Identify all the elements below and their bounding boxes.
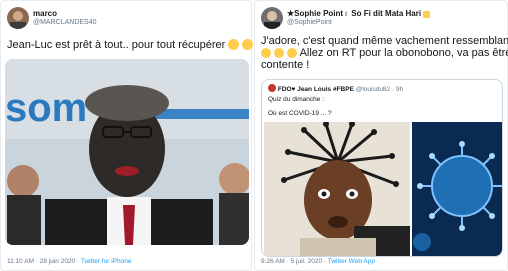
crown-emoji-icon <box>423 11 431 18</box>
quoted-photo-virus[interactable] <box>412 122 502 256</box>
source-link[interactable]: Twitter Web App <box>328 258 375 265</box>
avatar[interactable] <box>268 84 276 92</box>
rofl-emoji-icon <box>274 48 285 58</box>
grimace-emoji-icon <box>242 39 254 50</box>
tweet-text-content: Jean-Luc est prêt à tout.. pour tout réc… <box>7 39 226 51</box>
grimace-emoji-icon <box>228 39 240 50</box>
handle[interactable]: @MARCLANDES40 <box>33 19 97 26</box>
quoted-tweet[interactable]: FDO♥ Jean Louis #FBPE @louisdu82 · 9h Qu… <box>261 79 503 257</box>
handle[interactable]: @SophiePoint <box>287 19 332 26</box>
quoted-text-line-1: Quiz du dimanche : <box>268 96 325 103</box>
tweet-meta: 11:10 AM · 28 juin 2020 · Twitter for iP… <box>7 258 132 265</box>
tweet-meta: 9:26 AM · 5 juil. 2020 · Twitter Web App <box>261 258 375 265</box>
timestamp[interactable]: 9:26 AM · 5 juil. 2020 <box>261 258 322 265</box>
backdrop-text: som <box>5 86 87 130</box>
tweet-photo[interactable]: som <box>5 59 249 245</box>
rofl-emoji-icon <box>261 48 271 58</box>
display-name[interactable]: ★Sophie Point♁ So Fi dit Mata Hari <box>287 9 431 18</box>
quoted-photo-person[interactable] <box>264 122 410 256</box>
quoted-text-line-2: Où est COVID-19 ... ? <box>268 110 332 117</box>
quoted-tweet-header: FDO♥ Jean Louis #FBPE @louisdu82 · 9h <box>268 84 403 93</box>
rofl-emoji-icon <box>287 48 298 58</box>
source-link[interactable]: Twitter for iPhone <box>81 258 132 265</box>
tweet-text-line-2: Allez on RT pour la obonobono, va pas êt… <box>299 47 508 59</box>
quoted-display-name[interactable]: FDO♥ Jean Louis #FBPE <box>278 86 354 93</box>
quoted-handle[interactable]: @louisdu82 · 9h <box>356 86 403 93</box>
display-name[interactable]: marco <box>33 9 57 18</box>
tweet-text: J'adore, c'est quand même vachement ress… <box>261 35 508 71</box>
tweet-text-line-3: contente ! <box>261 59 310 71</box>
avatar[interactable] <box>261 7 283 29</box>
tweet-card-marco[interactable]: marco @MARCLANDES40 Jean-Luc est prêt à … <box>0 0 254 271</box>
tweet-card-sophie[interactable]: ★Sophie Point♁ So Fi dit Mata Hari @Soph… <box>254 0 508 271</box>
display-name-text[interactable]: ★Sophie Point♁ So Fi dit Mata Hari <box>287 9 421 18</box>
timestamp[interactable]: 11:10 AM · 28 juin 2020 <box>7 258 75 265</box>
tweet-text-line-1: J'adore, c'est quand même vachement ress… <box>261 35 508 47</box>
avatar[interactable] <box>7 7 29 29</box>
tweet-text: Jean-Luc est prêt à tout.. pour tout réc… <box>7 39 254 51</box>
